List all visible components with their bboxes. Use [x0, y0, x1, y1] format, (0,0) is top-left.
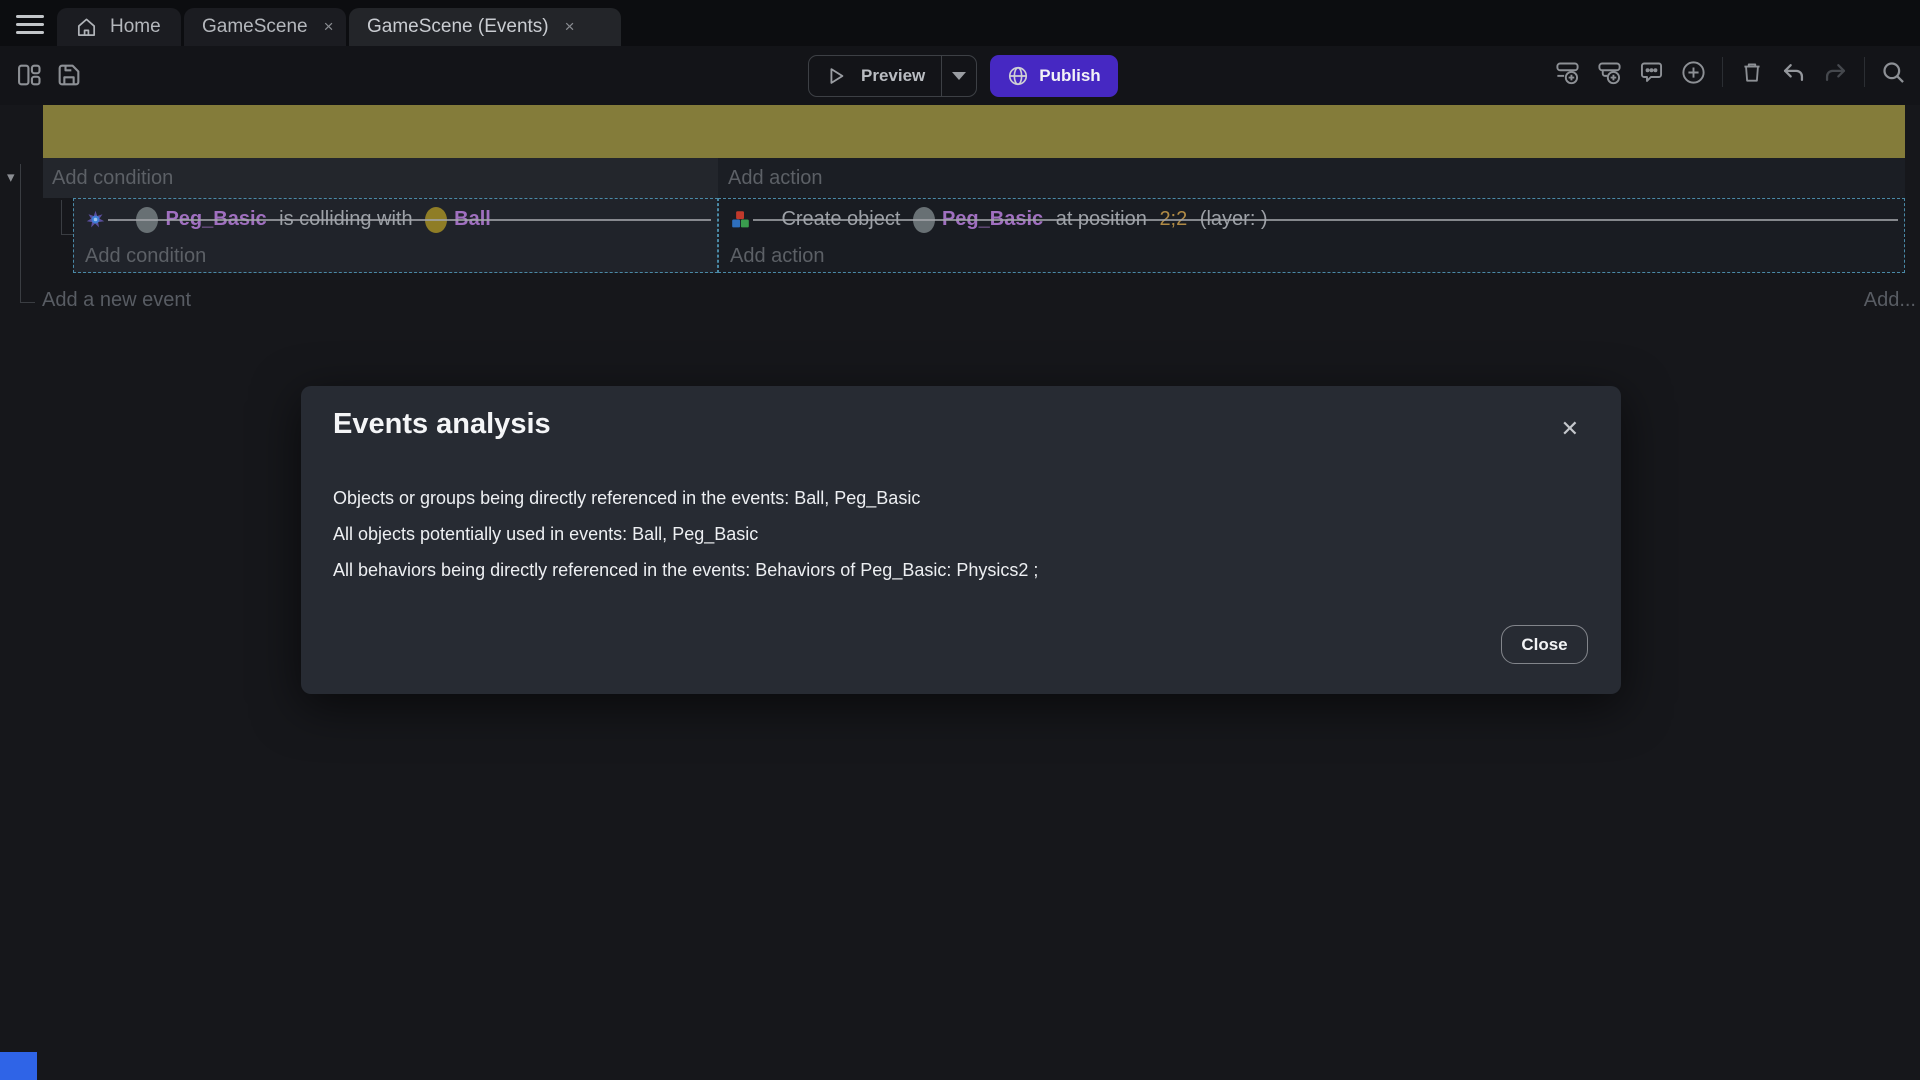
home-icon [75, 16, 98, 39]
action-object-name: Peg_Basic [942, 208, 1043, 231]
action-position-value: 2;2 [1159, 208, 1187, 231]
analysis-line: All behaviors being directly referenced … [333, 552, 1038, 588]
event-add-action-cell[interactable]: Add action [718, 158, 1905, 198]
condition-object-name: Peg_Basic [165, 208, 266, 231]
publish-label: Publish [1039, 66, 1100, 86]
add-action-row[interactable]: Add action [719, 240, 1904, 273]
tab-label: Home [110, 16, 161, 38]
highlighted-event-row[interactable] [43, 105, 1905, 158]
events-analysis-dialog: Events analysis ✕ Objects or groups bein… [301, 386, 1621, 694]
add-event-icon[interactable] [1554, 59, 1581, 86]
dialog-title: Events analysis [333, 408, 551, 441]
search-icon[interactable] [1880, 59, 1907, 86]
peg-basic-object-icon [913, 207, 935, 233]
create-object-action-icon [730, 163, 774, 276]
tab-gamescene[interactable]: GameScene × [184, 8, 346, 46]
close-icon[interactable]: ✕ [1557, 412, 1583, 446]
add-subevent-icon[interactable] [1596, 59, 1623, 86]
close-button[interactable]: Close [1501, 625, 1588, 664]
subevent-tree-line [61, 234, 73, 235]
tab-label: GameScene [202, 16, 308, 38]
event-add-condition-cell[interactable]: Add condition [43, 158, 718, 198]
event-actions-cell[interactable]: Create object Peg_Basic at position 2;2 … [718, 198, 1905, 273]
chevron-down-icon[interactable] [942, 71, 976, 81]
event-tree-line [20, 302, 35, 303]
tab-bar: Home GameScene × GameScene (Events) × [0, 0, 1920, 46]
panels-icon[interactable] [14, 60, 44, 90]
event-conditions-cell[interactable]: Peg_Basic is colliding with Ball Add con… [73, 198, 718, 273]
preview-button[interactable]: Preview [808, 55, 977, 97]
play-icon [825, 65, 847, 87]
bottom-left-badge [0, 1052, 37, 1080]
close-tab-icon[interactable]: × [561, 15, 579, 39]
action-text: Create object [781, 208, 906, 231]
action-text: at position [1050, 208, 1152, 231]
add-circle-icon[interactable] [1680, 59, 1707, 86]
events-toolbar: Preview Publish [0, 46, 1920, 105]
redo-icon[interactable] [1822, 59, 1849, 86]
hamburger-menu-icon[interactable] [10, 9, 50, 39]
ball-object-icon [425, 207, 447, 233]
add-new-event-link[interactable]: Add a new event [42, 289, 191, 312]
preview-label: Preview [861, 66, 925, 86]
toolbar-divider [1722, 57, 1723, 87]
undo-icon[interactable] [1780, 59, 1807, 86]
analysis-line: All objects potentially used in events: … [333, 516, 1038, 552]
condition-object-name: Ball [454, 208, 491, 231]
event-tree-line [20, 164, 21, 302]
publish-button[interactable]: Publish [990, 55, 1118, 97]
trash-icon[interactable] [1738, 59, 1765, 86]
gdevelop-editor: Home GameScene × GameScene (Events) × [0, 0, 1920, 1080]
add-more-link[interactable]: Add... [1864, 289, 1916, 312]
add-condition-row[interactable]: Add condition [74, 240, 717, 273]
tab-gamescene-events[interactable]: GameScene (Events) × [349, 8, 621, 46]
peg-basic-object-icon [136, 207, 158, 233]
tab-home[interactable]: Home [57, 8, 181, 46]
add-comment-icon[interactable] [1638, 59, 1665, 86]
dialog-body: Objects or groups being directly referen… [333, 480, 1038, 588]
close-tab-icon[interactable]: × [320, 15, 338, 39]
toolbar-divider [1864, 57, 1865, 87]
tab-label: GameScene (Events) [367, 16, 549, 38]
action-row[interactable]: Create object Peg_Basic at position 2;2 … [719, 199, 1904, 240]
globe-icon [1007, 65, 1029, 87]
condition-row[interactable]: Peg_Basic is colliding with Ball [74, 199, 717, 240]
save-icon[interactable] [54, 60, 84, 90]
analysis-line: Objects or groups being directly referen… [333, 480, 1038, 516]
collision-condition-icon [85, 163, 129, 276]
condition-text: is colliding with [274, 208, 419, 231]
action-text: (layer: ) [1194, 208, 1267, 231]
subevent-tree-line [61, 200, 62, 234]
close-button-label: Close [1521, 635, 1567, 655]
event-collapse-caret-icon[interactable]: ▾ [7, 168, 15, 186]
